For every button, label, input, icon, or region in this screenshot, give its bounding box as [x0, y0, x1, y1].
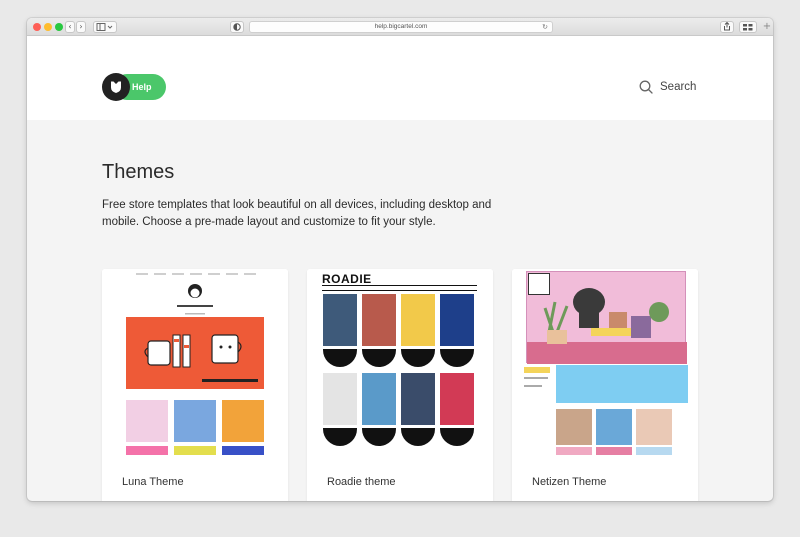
roadie-thumbnail-logo: ROADIE: [322, 272, 372, 286]
luna-brand-illustration: [177, 284, 213, 315]
sidebar-toggle-button[interactable]: [93, 21, 117, 33]
tab-overview-button[interactable]: [739, 21, 757, 33]
site-header: Help: [27, 36, 773, 120]
logo-badge: [102, 73, 130, 101]
search-icon: [639, 80, 653, 94]
theme-card-netizen[interactable]: Netizen Theme: [512, 269, 698, 501]
theme-name-netizen: Netizen Theme: [532, 476, 607, 488]
url-text: help.bigcartel.com: [374, 23, 428, 30]
privacy-button[interactable]: [230, 21, 244, 33]
sidebar-icon: [96, 23, 113, 31]
luna-hero-mugs: [144, 334, 258, 382]
share-icon: [724, 22, 730, 31]
page-title: Themes: [102, 161, 175, 183]
theme-card-roadie[interactable]: ROADIE Roadie theme: [307, 269, 493, 501]
minimize-window-icon[interactable]: [44, 23, 52, 31]
netizen-theme-thumbnail: [512, 269, 698, 455]
help-logo-link[interactable]: Help: [102, 73, 167, 101]
browser-window: ‹ › help.bigcartel.com ↻ + Help Search T…: [27, 18, 773, 501]
browser-toolbar: ‹ › help.bigcartel.com ↻ +: [27, 18, 773, 36]
share-button[interactable]: [720, 21, 734, 33]
roadie-theme-thumbnail: ROADIE: [307, 269, 493, 455]
reload-icon[interactable]: ↻: [542, 22, 548, 32]
search-button[interactable]: Search: [639, 79, 696, 95]
zoom-window-icon[interactable]: [55, 23, 63, 31]
bigcartel-shield-icon: [111, 81, 121, 93]
shield-half-icon: [233, 23, 241, 31]
tabs-grid-icon: [743, 24, 753, 31]
theme-name-luna: Luna Theme: [122, 476, 184, 488]
back-button[interactable]: ‹: [65, 21, 75, 33]
forward-button[interactable]: ›: [76, 21, 86, 33]
close-window-icon[interactable]: [33, 23, 41, 31]
page-description: Free store templates that look beautiful…: [102, 199, 492, 228]
netizen-hero-pottery: [527, 288, 687, 364]
address-bar[interactable]: help.bigcartel.com ↻: [249, 21, 553, 33]
theme-card-luna[interactable]: Luna Theme: [102, 269, 288, 501]
luna-theme-thumbnail: [102, 269, 288, 455]
new-tab-button[interactable]: +: [761, 21, 773, 33]
theme-name-roadie: Roadie theme: [327, 476, 396, 488]
search-label: Search: [660, 81, 697, 93]
